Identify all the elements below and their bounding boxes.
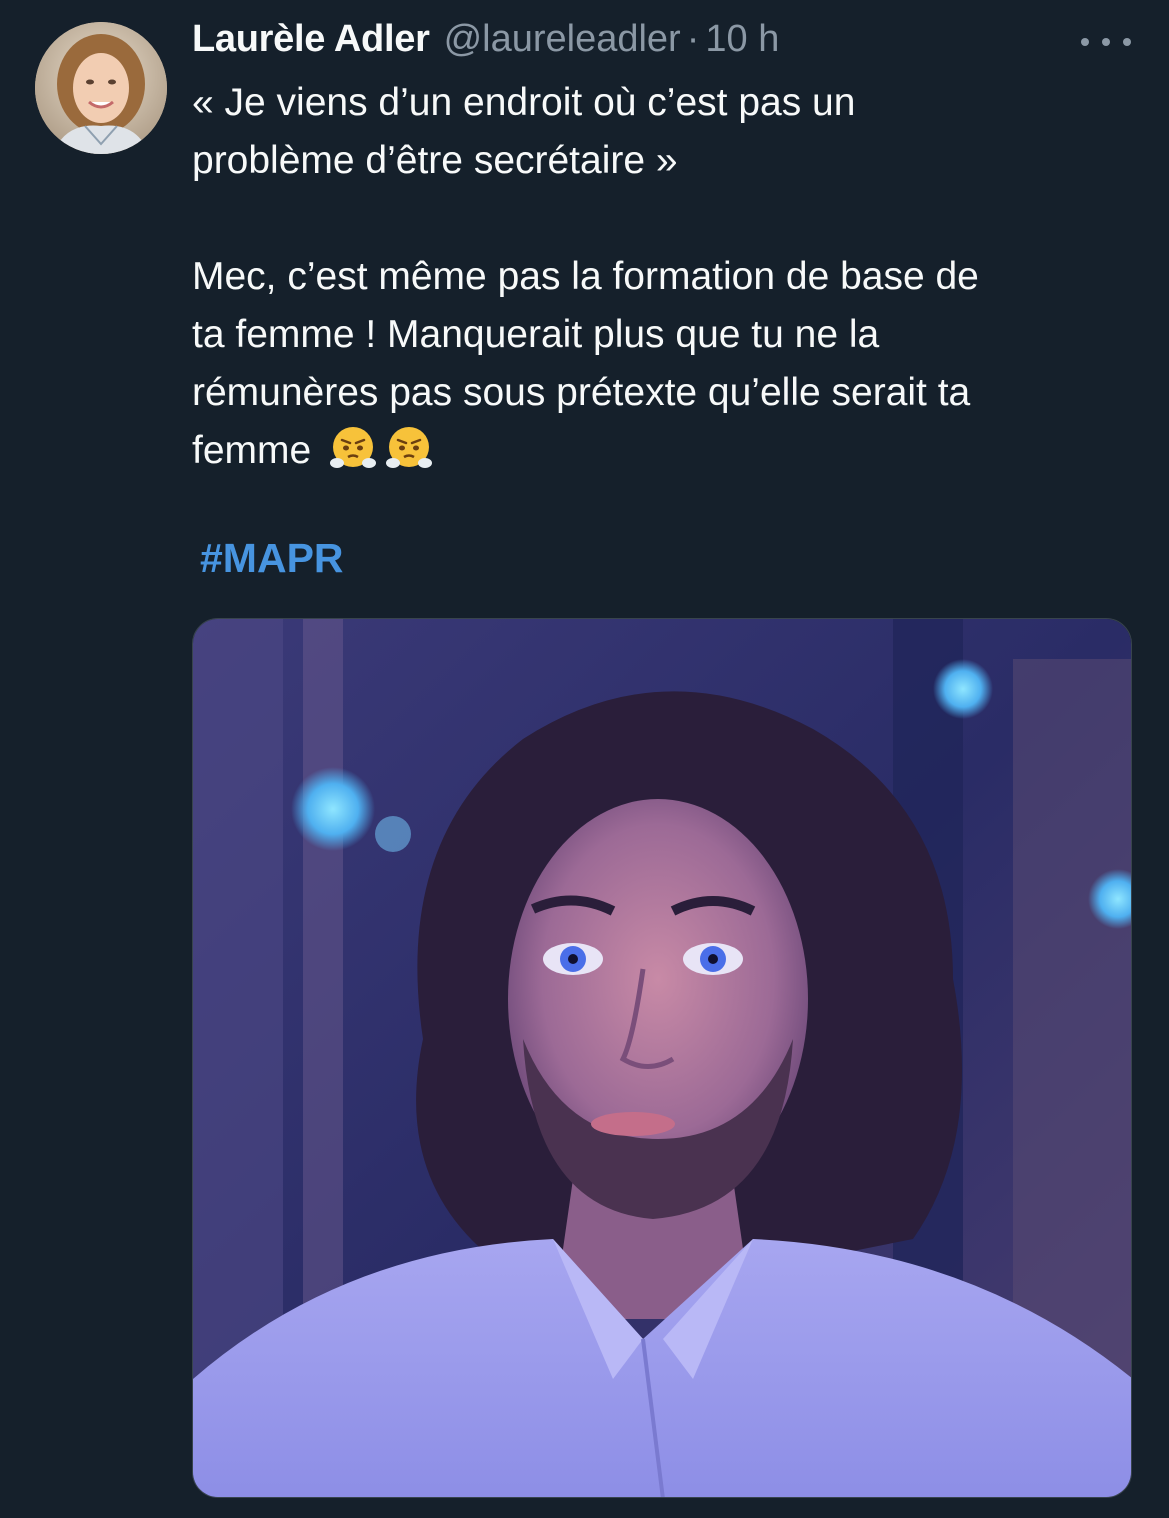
- tweet-text: « Je viens d’un endroit où c’est pas un …: [192, 74, 1132, 480]
- tweet-text-line: rémunères pas sous prétexte qu’elle sera…: [192, 371, 971, 414]
- author-handle[interactable]: @laureleadler: [444, 18, 681, 61]
- more-horizontal-icon[interactable]: [1081, 30, 1131, 54]
- timestamp[interactable]: 10 h: [705, 18, 779, 61]
- tweet-media-photo[interactable]: [192, 618, 1132, 1498]
- tweet-text-line: Mec, c’est même pas la formation de base…: [192, 255, 979, 298]
- separator-dot: ·: [686, 18, 700, 60]
- tweet[interactable]: Laurèle Adler @laureleadler · 10 h « Je …: [0, 0, 1169, 1518]
- avatar[interactable]: [35, 22, 167, 154]
- face-with-steam-from-nose-emoji: [386, 427, 433, 468]
- face-with-steam-from-nose-emoji: [330, 427, 377, 468]
- man-with-long-dark-hair-photo: [193, 619, 1131, 1497]
- tweet-text-line: « Je viens d’un endroit où c’est pas un: [192, 81, 856, 124]
- tweet-text-line-last: femme: [192, 422, 1132, 480]
- more-dot: [1123, 38, 1131, 46]
- tweet-text-line: problème d’être secrétaire »: [192, 139, 678, 182]
- more-dot: [1102, 38, 1110, 46]
- tweet-header: Laurèle Adler @laureleadler · 10 h: [192, 18, 779, 66]
- hashtag-link[interactable]: #MAPR: [200, 535, 344, 582]
- more-dot: [1081, 38, 1089, 46]
- tweet-text-line: femme: [192, 429, 312, 472]
- tweet-text-line: ta femme ! Manquerait plus que tu ne la: [192, 313, 880, 356]
- author-name[interactable]: Laurèle Adler: [192, 18, 430, 61]
